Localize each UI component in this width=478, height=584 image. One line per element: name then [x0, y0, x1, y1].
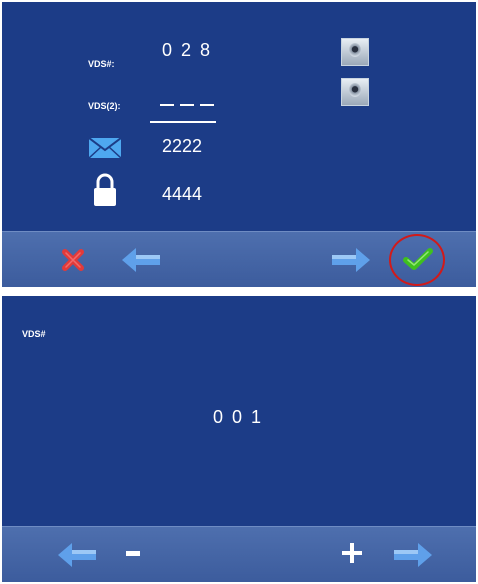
highlight-circle: [389, 234, 445, 286]
bottom-action-bar: [2, 526, 476, 582]
vds2-digit-1: [160, 104, 174, 106]
plus-button[interactable]: [342, 543, 362, 563]
arrow-right-icon[interactable]: [394, 542, 432, 568]
vds-value[interactable]: 0 2 8: [162, 40, 212, 61]
camera-icon[interactable]: [341, 78, 369, 106]
vds-number-value: 0 0 1: [213, 407, 264, 427]
vds-number-screen: VDS# 0 0 1: [2, 296, 476, 582]
vds2-label: VDS(2):: [88, 101, 121, 111]
minus-button[interactable]: [126, 551, 140, 556]
lock-code-value[interactable]: 4444: [162, 184, 202, 205]
vds-label: VDS#:: [88, 59, 115, 69]
vds-settings-screen: VDS#: 0 2 8 VDS(2): 2222 4444: [2, 2, 476, 287]
vds-title: VDS#: [22, 329, 46, 339]
top-action-bar: [2, 231, 476, 287]
arrow-right-icon[interactable]: [332, 247, 370, 273]
camera-icon[interactable]: [341, 38, 369, 66]
mail-code-value[interactable]: 2222: [162, 136, 202, 157]
arrow-left-icon[interactable]: [58, 542, 96, 568]
arrow-left-icon[interactable]: [122, 247, 160, 273]
vds2-digit-2: [180, 104, 194, 106]
cancel-icon[interactable]: [62, 249, 84, 271]
lock-icon: [94, 173, 116, 206]
vds2-digit-3: [200, 104, 214, 106]
mail-icon: [89, 138, 121, 158]
input-underline: [150, 121, 216, 123]
